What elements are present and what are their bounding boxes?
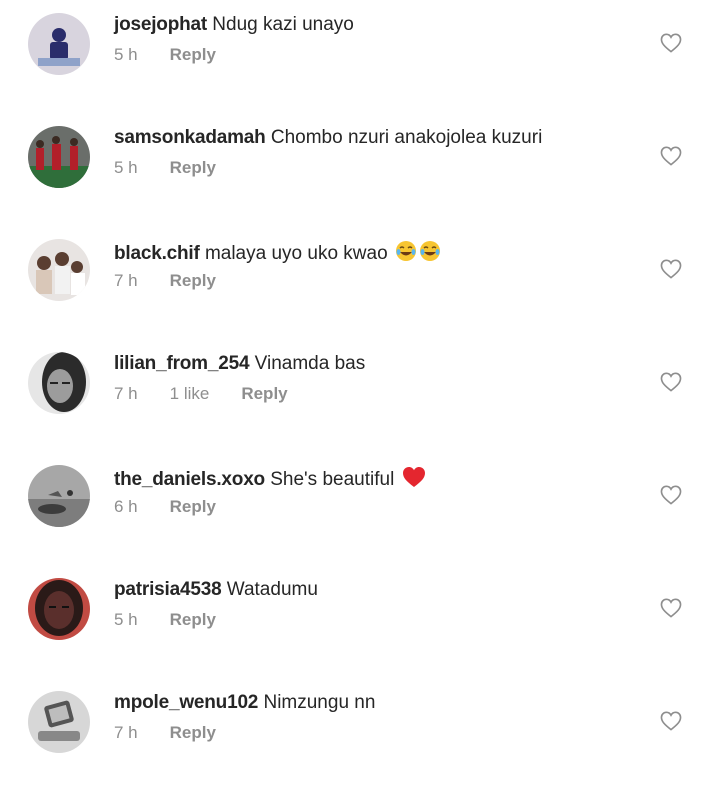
comment-text: Chombo nzuri anakojolea kuzuri [270, 127, 543, 148]
heart-icon[interactable] [660, 146, 682, 166]
heart-icon[interactable] [660, 33, 682, 53]
heart-icon[interactable] [660, 259, 682, 279]
avatar[interactable] [28, 239, 90, 301]
heart-icon[interactable] [660, 372, 682, 392]
comment-username[interactable]: patrisia4538 [114, 579, 222, 600]
comment-item: lilian_from_254 Vinamda bas 7 h 1 like Rep… [0, 352, 720, 465]
heart-icon[interactable] [660, 485, 682, 505]
comment-time: 7 h [114, 384, 138, 403]
comment-username[interactable]: mpole_wenu102 [114, 692, 258, 713]
reply-button[interactable]: Reply [241, 384, 287, 403]
comment-text: Nimzungu nn [263, 692, 376, 713]
reply-button[interactable]: Reply [170, 610, 216, 629]
avatar[interactable] [28, 352, 90, 414]
comment-time: 5 h [114, 158, 138, 177]
laugh-tears-emoji-icon [395, 241, 416, 261]
comment-text: Watadumu [226, 579, 318, 600]
reply-button[interactable]: Reply [170, 158, 216, 177]
comment-item: black.chif malaya uyo uko kwao 7 h Reply [0, 239, 720, 352]
avatar[interactable] [28, 578, 90, 640]
comment-item: the_daniels.xoxo She's beautiful 6 h Repl… [0, 465, 720, 578]
comment-time: 6 h [114, 497, 138, 516]
comment-username[interactable]: the_daniels.xoxo [114, 469, 265, 490]
comment-like-count[interactable]: 1 like [170, 384, 210, 403]
heart-icon[interactable] [660, 711, 682, 731]
comment-time: 7 h [114, 723, 138, 742]
comment-item: mpole_wenu102 Nimzungu nn 7 h Reply [0, 691, 720, 804]
comment-item: samsonkadamah Chombo nzuri anakojolea ku… [0, 126, 720, 239]
comment-username[interactable]: josejophat [114, 14, 207, 35]
heart-icon[interactable] [660, 598, 682, 618]
avatar[interactable] [28, 691, 90, 753]
comment-item: josejophat Ndug kazi unayo 5 h Reply [0, 13, 720, 126]
avatar[interactable] [28, 465, 90, 527]
comment-time: 5 h [114, 45, 138, 64]
reply-button[interactable]: Reply [170, 271, 216, 290]
comment-item: patrisia4538 Watadumu 5 h Reply [0, 578, 720, 691]
comment-username[interactable]: samsonkadamah [114, 127, 266, 148]
comment-time: 7 h [114, 271, 138, 290]
comment-text: Vinamda bas [254, 353, 366, 374]
reply-button[interactable]: Reply [170, 723, 216, 742]
avatar[interactable] [28, 126, 90, 188]
comment-text: malaya uyo uko kwao [204, 243, 388, 264]
comment-time: 5 h [114, 610, 138, 629]
reply-button[interactable]: Reply [170, 45, 216, 64]
comment-username[interactable]: black.chif [114, 243, 200, 264]
laugh-tears-emoji-icon [419, 241, 440, 261]
red-heart-emoji-icon [402, 467, 425, 487]
avatar[interactable] [28, 13, 90, 75]
comment-list: josejophat Ndug kazi unayo 5 h Reply sams… [0, 0, 720, 777]
comment-text: Ndug kazi unayo [212, 14, 354, 35]
comment-text: She's beautiful [270, 469, 395, 490]
comment-username[interactable]: lilian_from_254 [114, 353, 250, 374]
reply-button[interactable]: Reply [170, 497, 216, 516]
